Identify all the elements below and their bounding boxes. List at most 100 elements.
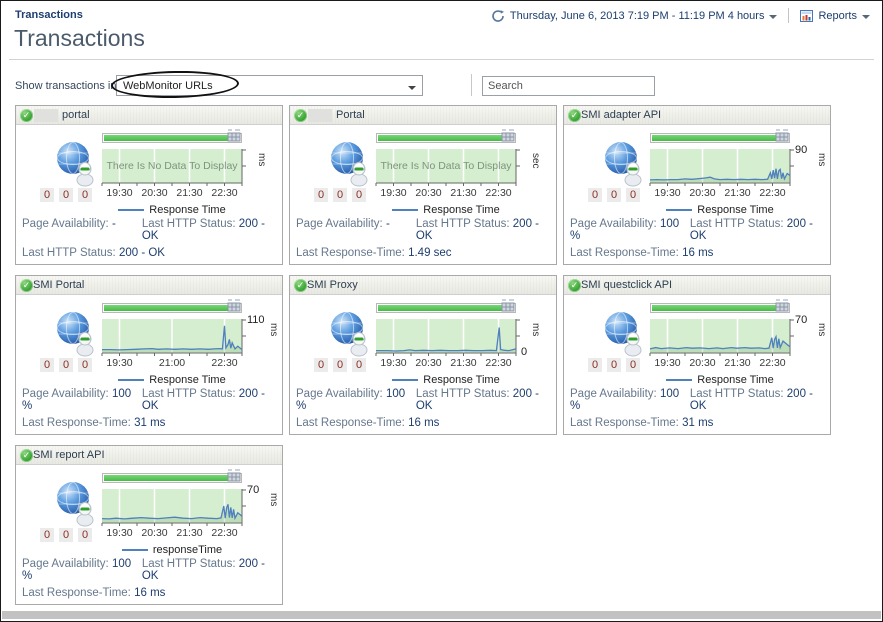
- card-title: SMI Portal: [33, 279, 85, 291]
- web-monitor-globe-icon: [605, 142, 642, 187]
- legend-line-swatch: [118, 209, 145, 211]
- legend-label: Response Time: [423, 204, 500, 216]
- transactions-scope-dropdown[interactable]: WebMonitor URLs: [116, 75, 423, 96]
- alarm-counters: 0 0 0: [314, 188, 366, 202]
- legend: responseTime: [92, 544, 252, 556]
- response-time-sparkline: [649, 149, 794, 186]
- transaction-card[interactable]: ✓ SMI questclick API 0 0 0 70 ms 19:30 2…: [563, 275, 831, 435]
- alarm-count: 0: [626, 188, 640, 202]
- transaction-card[interactable]: ✓ SMI adapter API 0 0 0 90 ms 19:30 20:3…: [563, 105, 831, 265]
- alarm-count: 0: [314, 188, 328, 202]
- response-time-chart: There Is No Data To Display: [101, 149, 246, 186]
- transactions-dashboard: Transactions Transactions Thursday, June…: [0, 0, 883, 622]
- stat-row2-value: 16 ms: [682, 247, 714, 259]
- response-time-chart: [101, 489, 246, 526]
- x-tick-label: 21:30: [724, 187, 751, 199]
- x-tick-label: 21:30: [450, 187, 477, 199]
- thumbnail-grid-icon: [501, 299, 515, 312]
- y-axis-unit-label: sec: [530, 153, 541, 169]
- status-ok-icon: ✓: [568, 109, 581, 122]
- transaction-card[interactable]: ✓ SMI Portal 0 0 0 110 ms 19:30 21:00 22…: [15, 275, 283, 435]
- x-tick-label: 20:30: [415, 357, 442, 369]
- status-ok-icon: ✓: [568, 279, 581, 292]
- page-availability-label: Page Availability:: [296, 218, 383, 230]
- horizontal-scrollbar[interactable]: [2, 611, 881, 619]
- response-time-sparkline: [375, 319, 520, 356]
- x-axis-tick-labels: 19:30 20:30 21:30 22:30: [102, 187, 242, 199]
- x-tick-label: 22:30: [485, 187, 512, 199]
- alarm-count: 0: [40, 188, 54, 202]
- x-tick-label: 19:30: [106, 527, 133, 539]
- x-axis-tick-labels: 19:30 21:00 22:30: [102, 357, 242, 369]
- y-axis-unit-label: ms: [256, 153, 267, 167]
- chevron-down-icon[interactable]: [862, 14, 870, 19]
- legend-line-swatch: [666, 209, 693, 211]
- card-stats: Page Availability: 100 % Last HTTP Statu…: [296, 388, 554, 434]
- card-header[interactable]: ✓ SMI adapter API: [564, 106, 830, 125]
- response-time-chart: [101, 319, 246, 356]
- x-tick-label: 19:30: [106, 187, 133, 199]
- page-availability-value: -: [385, 218, 390, 230]
- card-header[interactable]: ✓ SMI Proxy: [290, 276, 556, 295]
- transaction-card[interactable]: ✓ Portal 0 0 0 There Is No Data To Displ…: [289, 105, 557, 265]
- reports-icon: [800, 9, 814, 22]
- x-tick-label: 22:30: [485, 357, 512, 369]
- alarm-count: 0: [607, 358, 621, 372]
- alarm-count: 0: [40, 528, 54, 542]
- card-header[interactable]: ✓ Portal: [290, 106, 556, 125]
- transaction-card[interactable]: ✓ SMI Proxy 0 0 0 0 ms 19:30 20:30 21:30…: [289, 275, 557, 435]
- transaction-card[interactable]: ✓ portal 0 0 0 There Is No Data To Displ…: [15, 105, 283, 265]
- thumbnail-grid-icon: [227, 299, 241, 312]
- card-header[interactable]: ✓ SMI questclick API: [564, 276, 830, 295]
- card-stats: Page Availability: 100 % Last HTTP Statu…: [570, 218, 828, 264]
- alarm-counters: 0 0 0: [588, 358, 640, 372]
- stat-row2-label: Last Response-Time:: [570, 417, 679, 429]
- response-time-sparkline: [649, 319, 794, 356]
- legend: Response Time: [92, 204, 252, 216]
- web-monitor-globe-icon: [331, 142, 368, 187]
- breadcrumb[interactable]: Transactions: [15, 9, 83, 21]
- page-availability-label: Page Availability:: [22, 558, 109, 570]
- alarm-count: 0: [59, 528, 73, 542]
- response-time-chart: There Is No Data To Display: [375, 149, 520, 186]
- thumbnail-grid-icon: [501, 129, 515, 142]
- card-header[interactable]: ✓ SMI report API: [16, 446, 282, 465]
- card-header[interactable]: ✓ SMI Portal: [16, 276, 282, 295]
- card-header[interactable]: ✓ portal: [16, 106, 282, 125]
- legend: Response Time: [640, 204, 800, 216]
- alarm-counters: 0 0 0: [588, 188, 640, 202]
- legend: Response Time: [640, 374, 800, 386]
- alarm-count: 0: [588, 188, 602, 202]
- alarm-count: 0: [607, 188, 621, 202]
- last-http-status-label: Last HTTP Status:: [689, 388, 784, 400]
- x-tick-label: 21:00: [158, 357, 186, 369]
- web-monitor-globe-icon: [331, 312, 368, 357]
- y-axis-unit-label: ms: [530, 323, 541, 337]
- page-availability-label: Page Availability:: [570, 218, 657, 230]
- last-http-status-label: Last HTTP Status:: [141, 388, 236, 400]
- stat-row2-label: Last HTTP Status:: [22, 247, 116, 259]
- y-axis-unit-label: ms: [816, 153, 827, 167]
- web-monitor-globe-icon: [57, 482, 94, 527]
- transaction-card[interactable]: ✓ SMI report API 0 0 0 70 ms 19:30 20:30…: [15, 445, 283, 605]
- card-title: portal: [62, 109, 90, 121]
- last-http-status-label: Last HTTP Status:: [689, 218, 784, 230]
- alarm-count: 0: [59, 358, 73, 372]
- alarm-counters: 0 0 0: [40, 188, 92, 202]
- x-tick-label: 22:30: [211, 187, 238, 199]
- card-title: SMI report API: [33, 449, 105, 461]
- x-tick-label: 20:30: [141, 187, 168, 199]
- search-input[interactable]: [482, 76, 655, 96]
- x-tick-label: 22:30: [211, 527, 238, 539]
- time-range-icon: [491, 9, 505, 23]
- reports-menu[interactable]: Reports: [818, 10, 857, 22]
- response-time-chart: [375, 319, 520, 356]
- page-availability-label: Page Availability:: [22, 388, 109, 400]
- chevron-down-icon[interactable]: [769, 14, 778, 19]
- alarm-count: 0: [333, 358, 347, 372]
- y-axis-unit-label: ms: [268, 493, 279, 507]
- availability-bar: [650, 129, 790, 143]
- x-tick-label: 19:30: [106, 357, 133, 369]
- last-http-status-label: Last HTTP Status:: [415, 218, 510, 230]
- time-range-label[interactable]: Thursday, June 6, 2013 7:19 PM - 11:19 P…: [510, 10, 765, 22]
